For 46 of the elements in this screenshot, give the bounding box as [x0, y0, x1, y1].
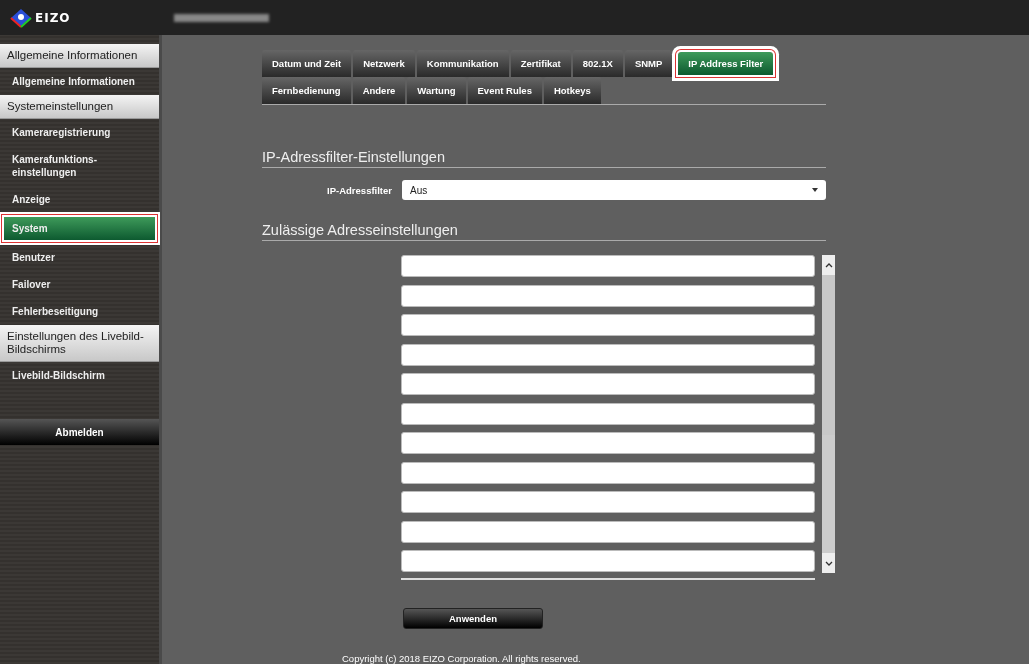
address-field[interactable]: [401, 432, 815, 454]
logo-text: EIZO: [35, 10, 71, 25]
address-field[interactable]: [401, 550, 815, 572]
sidebar-item[interactable]: Allgemeine Informationen: [0, 68, 159, 95]
tab[interactable]: Datum und Zeit: [262, 50, 352, 77]
caret-icon: [812, 188, 818, 192]
chevron-down-icon: [824, 560, 833, 566]
tab[interactable]: Kommunikation: [416, 50, 509, 77]
copyright-text: Copyright (c) 2018 EIZO Corporation. All rights reserved.: [342, 653, 582, 664]
tab[interactable]: Netzwerk: [353, 50, 415, 77]
tab[interactable]: 802.1X: [572, 50, 623, 77]
sidebar-item[interactable]: Anzeige: [0, 186, 159, 213]
sidebar-item[interactable]: Benutzer: [0, 244, 159, 271]
section-heading: IP-Adressfilter-Einstellungen: [262, 149, 826, 168]
tab[interactable]: Andere: [352, 77, 406, 104]
sidebar-section-title: Allgemeine Informationen: [0, 44, 159, 68]
address-field[interactable]: [401, 314, 815, 336]
filter-select[interactable]: Aus: [402, 180, 826, 200]
sidebar-section-title: Einstellungen des Livebild- Bildschirms: [0, 325, 159, 362]
sidebar-item[interactable]: Fehlerbeseitigung: [0, 298, 159, 325]
address-field[interactable]: [401, 461, 815, 484]
sidebar-item[interactable]: Livebild-Bildschirm: [0, 362, 159, 389]
sidebar-section-title: Systemeinstellungen: [0, 95, 159, 119]
sidebar-item[interactable]: Failover: [0, 271, 159, 298]
address-field[interactable]: [401, 520, 815, 543]
sidebar-item[interactable]: Kameraregistrierung: [0, 119, 159, 146]
chevron-up-icon: [824, 262, 833, 268]
address-field[interactable]: [401, 284, 815, 307]
sidebar-item[interactable]: Kamerafunktions- einstellungen: [0, 146, 159, 186]
address-field[interactable]: [401, 343, 815, 366]
tab[interactable]: Wartung: [407, 77, 466, 104]
apply-button[interactable]: Anwenden: [403, 608, 543, 629]
field-label: IP-Adressfilter: [326, 184, 393, 196]
address-field[interactable]: [401, 491, 815, 513]
tab[interactable]: Event Rules: [467, 77, 542, 104]
tab[interactable]: Hotkeys: [543, 77, 601, 104]
tab[interactable]: Zertifikat: [510, 50, 571, 77]
section-heading: Zulässige Adresseinstellungen: [262, 222, 826, 241]
logout-button[interactable]: Abmelden: [0, 419, 159, 445]
scrollbar[interactable]: [822, 255, 835, 573]
logo-icon: [10, 7, 32, 28]
address-field[interactable]: [401, 373, 815, 395]
address-field[interactable]: [401, 402, 815, 425]
tab[interactable]: SNMP: [624, 50, 673, 77]
tab[interactable]: Fernbedienung: [262, 77, 351, 104]
address-field[interactable]: [401, 255, 815, 277]
